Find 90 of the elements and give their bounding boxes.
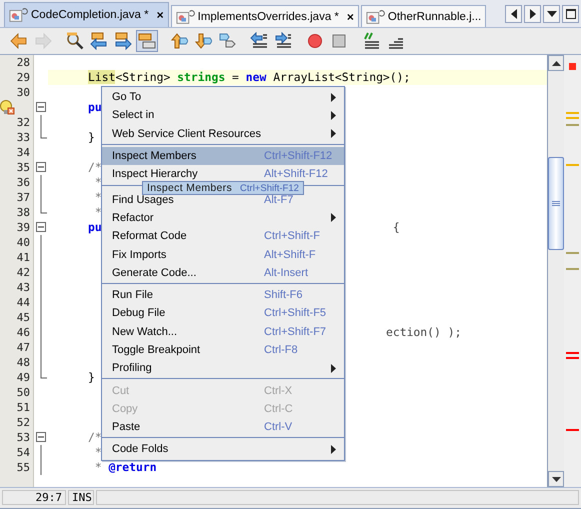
code-line: pu bbox=[88, 220, 102, 235]
fold-collapse-icon[interactable] bbox=[36, 162, 46, 172]
line-number: 54 bbox=[16, 445, 30, 460]
editor-tab[interactable]: OtherRunnable.j... bbox=[360, 5, 486, 27]
code-line: } bbox=[88, 130, 95, 145]
menu-item[interactable]: Fix Imports Alt+Shift-F bbox=[102, 245, 344, 264]
tab-label[interactable]: OtherRunnable.j... bbox=[388, 10, 482, 22]
code-line: * @return bbox=[94, 460, 157, 475]
line-number: 37 bbox=[16, 190, 30, 205]
menu-item[interactable]: Inspect Hierarchy Alt+Shift-F12 bbox=[102, 165, 344, 184]
menu-item[interactable]: Select in bbox=[102, 106, 344, 125]
code-line: * bbox=[94, 190, 102, 205]
line-number: 46 bbox=[16, 325, 30, 340]
down-triangle-icon[interactable] bbox=[546, 11, 556, 17]
menu-item[interactable]: Reformat Code Ctrl+Shift-F bbox=[102, 227, 344, 246]
line-number: 41 bbox=[16, 250, 30, 265]
tab-control-button[interactable] bbox=[543, 5, 560, 23]
line-number: 35 bbox=[16, 160, 30, 175]
line-number: 42 bbox=[16, 265, 30, 280]
down-triangle-icon bbox=[552, 476, 560, 482]
maximize-icon[interactable] bbox=[566, 9, 576, 19]
menu-item[interactable]: Inspect Members Ctrl+Shift-F12 bbox=[102, 146, 344, 166]
line-number: 28 bbox=[16, 55, 30, 70]
line-number: 50 bbox=[16, 385, 30, 400]
tab-label[interactable]: CodeCompletion.java * bbox=[31, 9, 149, 21]
code-line: /* bbox=[88, 160, 102, 175]
caret-position: 29:7 bbox=[2, 490, 66, 505]
menu-item[interactable]: Web Service Client Resources bbox=[102, 124, 344, 143]
line-number: 32 bbox=[16, 115, 30, 130]
tab-control-button[interactable] bbox=[562, 5, 579, 23]
line-number: 49 bbox=[16, 370, 30, 385]
menu-item[interactable]: Debug File Ctrl+Shift-F5 bbox=[102, 304, 344, 323]
line-number: 51 bbox=[16, 400, 30, 415]
right-triangle-icon[interactable] bbox=[528, 9, 536, 19]
line-number: 52 bbox=[16, 415, 30, 430]
menu-item[interactable]: Refactor bbox=[102, 208, 344, 228]
line-number: 45 bbox=[16, 310, 30, 325]
scrollbar-thumb[interactable] bbox=[548, 157, 564, 250]
tooltip: Inspect Members Ctrl+Shift-F12 bbox=[142, 181, 304, 195]
fold-collapse-icon[interactable] bbox=[36, 222, 46, 232]
up-triangle-icon bbox=[552, 60, 560, 66]
editor-tab[interactable]: CodeCompletion.java * × bbox=[4, 2, 169, 27]
code-line: * bbox=[94, 205, 102, 220]
tab-control-button[interactable] bbox=[524, 5, 541, 23]
editor-tab[interactable]: ImplementsOverrides.java * × bbox=[170, 5, 359, 27]
tab-control-button[interactable] bbox=[505, 5, 522, 23]
close-icon[interactable]: × bbox=[346, 10, 354, 24]
java-file-icon bbox=[366, 8, 386, 24]
code-line: pu bbox=[88, 100, 102, 115]
code-line: ection() ); bbox=[386, 325, 462, 340]
menu-item[interactable]: Generate Code... Alt-Insert bbox=[102, 264, 344, 282]
code-line: } bbox=[88, 370, 95, 385]
line-number: 38 bbox=[16, 205, 30, 220]
code-line: * bbox=[94, 175, 102, 190]
line-number: 48 bbox=[16, 355, 30, 370]
left-triangle-icon[interactable] bbox=[510, 9, 518, 19]
line-number: 40 bbox=[16, 235, 30, 250]
menu-item[interactable]: Run File Shift-F6 bbox=[102, 286, 344, 304]
code-line: * bbox=[94, 445, 102, 460]
insert-mode: INS bbox=[68, 490, 94, 505]
line-number: 33 bbox=[16, 130, 30, 145]
java-file-icon bbox=[9, 7, 29, 23]
fold-collapse-icon[interactable] bbox=[36, 432, 46, 442]
line-number: 47 bbox=[16, 340, 30, 355]
scroll-down-button[interactable] bbox=[548, 471, 564, 487]
tab-label[interactable]: ImplementsOverrides.java * bbox=[198, 10, 339, 22]
menu-item[interactable]: New Watch... Ctrl+Shift-F7 bbox=[102, 322, 344, 341]
code-line: /* bbox=[88, 430, 102, 445]
lightbulb-icon[interactable] bbox=[0, 100, 15, 115]
menu-item[interactable]: Profiling bbox=[102, 359, 344, 378]
line-number: 43 bbox=[16, 280, 30, 295]
menu-item[interactable]: Code Folds bbox=[102, 440, 344, 459]
grip-icon bbox=[552, 201, 560, 206]
fold-collapse-icon[interactable] bbox=[36, 102, 46, 112]
line-number: 44 bbox=[16, 295, 30, 310]
menu-item[interactable]: Paste Ctrl-V bbox=[102, 418, 344, 436]
line-number: 39 bbox=[16, 220, 30, 235]
line-number: 53 bbox=[16, 430, 30, 445]
line-number: 34 bbox=[16, 145, 30, 160]
line-number: 30 bbox=[16, 85, 30, 100]
menu-item[interactable]: Go To bbox=[102, 88, 344, 106]
java-file-icon bbox=[176, 8, 196, 24]
code-line: List<String> strings = new ArrayList<String>(); bbox=[88, 70, 410, 85]
menu-item[interactable]: Toggle Breakpoint Ctrl-F8 bbox=[102, 340, 344, 360]
code-line: { bbox=[392, 220, 400, 235]
line-number: 29 bbox=[16, 70, 30, 85]
line-number: 36 bbox=[16, 175, 30, 190]
close-icon[interactable]: × bbox=[156, 8, 164, 22]
line-number: 55 bbox=[16, 460, 30, 475]
scroll-up-button[interactable] bbox=[548, 55, 564, 71]
